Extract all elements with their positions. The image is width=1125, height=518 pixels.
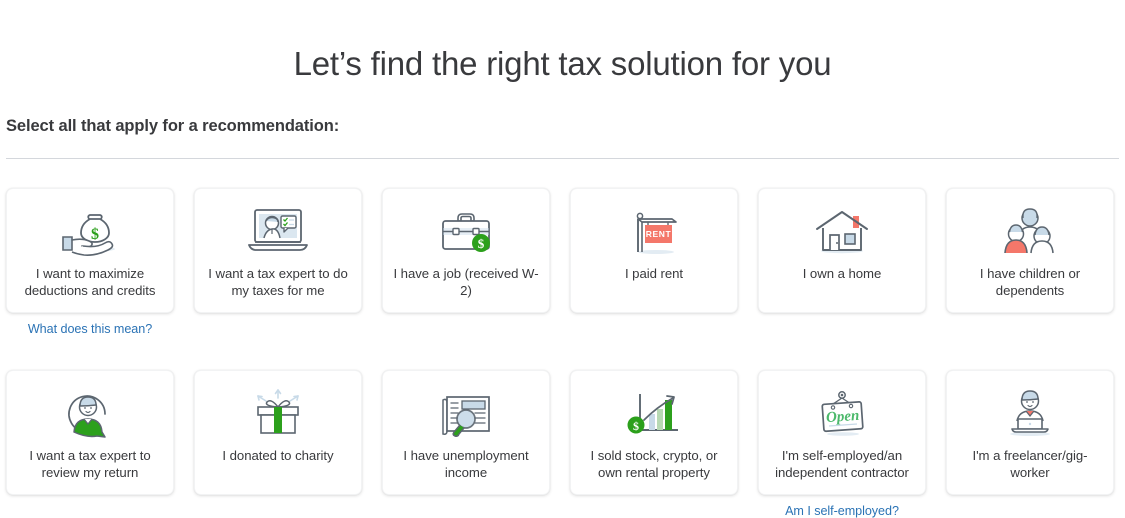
open-sign-icon: Open bbox=[808, 385, 876, 443]
option-card-expert-do-taxes[interactable]: I want a tax expert to do my taxes for m… bbox=[194, 188, 362, 313]
option-card-label: I paid rent bbox=[624, 266, 684, 281]
option-card-self-employed-contractor[interactable]: Open I'm self-employed/an independent co… bbox=[758, 370, 926, 495]
option-card-label: I want a tax expert to review my return bbox=[29, 448, 151, 480]
options-row-2: I want a tax expert to review my return … bbox=[6, 370, 1119, 518]
svg-text:$: $ bbox=[91, 226, 99, 243]
briefcase-dollar-icon: $ bbox=[432, 203, 500, 261]
rent-sign-icon: RENT bbox=[620, 203, 688, 261]
option-card-label: I have children or dependents bbox=[979, 266, 1081, 298]
family-group-icon bbox=[996, 203, 1064, 261]
option-card-unemployment-income[interactable]: I have unemployment income bbox=[382, 370, 550, 495]
option-card-own-a-home[interactable]: I own a home bbox=[758, 188, 926, 313]
option-card-label: I want to maximize deductions and credit… bbox=[24, 266, 156, 298]
option-cell-paid-rent: RENT I paid rent bbox=[570, 188, 738, 322]
house-icon bbox=[808, 203, 876, 261]
page-title: Let’s find the right tax solution for yo… bbox=[293, 45, 832, 83]
option-card-donated-charity[interactable]: I donated to charity bbox=[194, 370, 362, 495]
money-bag-in-hand-icon: $ bbox=[56, 203, 124, 261]
help-link-self-employed-contractor[interactable]: Am I self-employed? bbox=[758, 504, 926, 518]
option-card-label: I donated to charity bbox=[222, 448, 334, 463]
svg-text:$: $ bbox=[633, 419, 639, 433]
gift-box-icon bbox=[244, 385, 312, 443]
option-cell-have-a-job: $ I have a job (received W-2) bbox=[382, 188, 550, 322]
options-row-1: $ I want to maximize deductions and cred… bbox=[6, 188, 1119, 336]
horizontal-divider bbox=[6, 158, 1119, 159]
option-cell-expert-review-return: I want a tax expert to review my return bbox=[6, 370, 174, 504]
option-cell-donated-charity: I donated to charity bbox=[194, 370, 362, 504]
svg-text:RENT: RENT bbox=[646, 229, 672, 239]
expert-chat-bubble-icon bbox=[56, 385, 124, 443]
option-cell-own-a-home: I own a home bbox=[758, 188, 926, 322]
growth-chart-dollar-icon: $ bbox=[620, 385, 688, 443]
help-link-maximize-deductions[interactable]: What does this mean? bbox=[6, 322, 174, 336]
option-cell-children-dependents: I have children or dependents bbox=[946, 188, 1114, 322]
newspaper-magnifier-icon bbox=[432, 385, 500, 443]
selection-instruction: Select all that apply for a recommendati… bbox=[6, 117, 340, 135]
option-card-label: I sold stock, crypto, or own rental prop… bbox=[590, 448, 718, 480]
laptop-expert-video-icon bbox=[244, 203, 312, 261]
option-card-label: I want a tax expert to do my taxes for m… bbox=[208, 266, 348, 298]
svg-text:$: $ bbox=[478, 236, 485, 251]
option-card-maximize-deductions[interactable]: $ I want to maximize deductions and cred… bbox=[6, 188, 174, 313]
svg-text:Open: Open bbox=[826, 408, 860, 426]
option-card-label: I have a job (received W-2) bbox=[393, 266, 539, 298]
option-cell-self-employed-contractor: Open I'm self-employed/an independent co… bbox=[758, 370, 926, 518]
option-card-label: I have unemployment income bbox=[403, 448, 529, 480]
option-card-sold-stock-crypto-rental[interactable]: $ I sold stock, crypto, or own rental pr… bbox=[570, 370, 738, 495]
options-grid: $ I want to maximize deductions and cred… bbox=[6, 188, 1119, 518]
option-card-freelancer-gig-worker[interactable]: I'm a freelancer/gig-worker bbox=[946, 370, 1114, 495]
option-card-label: I own a home bbox=[802, 266, 882, 281]
tax-solution-finder-page: Let’s find the right tax solution for yo… bbox=[0, 0, 1125, 518]
option-cell-sold-stock-crypto-rental: $ I sold stock, crypto, or own rental pr… bbox=[570, 370, 738, 504]
option-cell-freelancer-gig-worker: I'm a freelancer/gig-worker bbox=[946, 370, 1114, 504]
option-card-have-a-job[interactable]: $ I have a job (received W-2) bbox=[382, 188, 550, 313]
option-card-label: I'm self-employed/an independent contrac… bbox=[775, 448, 909, 480]
option-cell-maximize-deductions: $ I want to maximize deductions and cred… bbox=[6, 188, 174, 336]
option-card-children-dependents[interactable]: I have children or dependents bbox=[946, 188, 1114, 313]
option-card-paid-rent[interactable]: RENT I paid rent bbox=[570, 188, 738, 313]
option-cell-unemployment-income: I have unemployment income bbox=[382, 370, 550, 504]
option-cell-expert-do-taxes: I want a tax expert to do my taxes for m… bbox=[194, 188, 362, 322]
option-card-label: I'm a freelancer/gig-worker bbox=[972, 448, 1088, 480]
option-card-expert-review-return[interactable]: I want a tax expert to review my return bbox=[6, 370, 174, 495]
person-laptop-icon bbox=[996, 385, 1064, 443]
